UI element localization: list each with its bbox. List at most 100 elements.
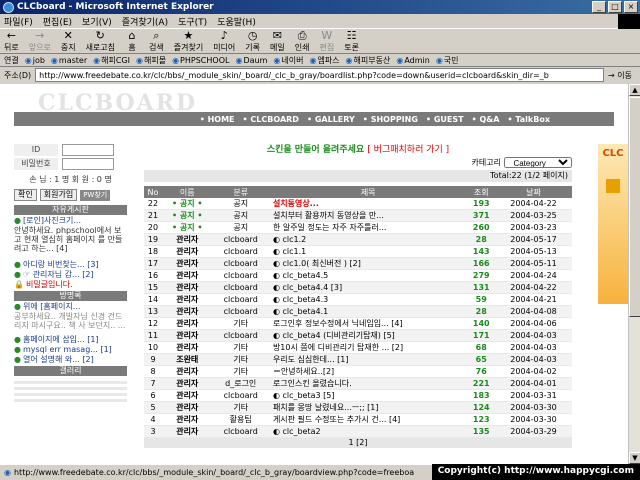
table-row[interactable]: 13 관리자 clcboard ◐ clc_beta4.1 28 2004-04-08 (144, 305, 572, 318)
toolbar-button-6[interactable]: ★ 즐겨찾기 (174, 29, 203, 53)
toolbar-button-12[interactable]: ☷ 토론 (344, 29, 359, 53)
list-item[interactable]: ● [로인]사진크기... (14, 216, 127, 225)
close-button[interactable]: × (624, 1, 638, 13)
list-item[interactable]: 공부하세요.. 개발자님 신경 건드리지 마시구요.. 책 사 보던지.. ..… (14, 312, 127, 330)
link-item[interactable]: ◉ 해피CGI (93, 55, 130, 66)
cell-name[interactable]: 관리자 (162, 293, 213, 306)
table-row[interactable]: 21 • 공지 • 공지 설치부터 활용까지 동영상을 만... 371 2004-03-… (144, 209, 572, 222)
cell-title[interactable]: 한 알주일 정도는 자주 자주틀러... (268, 221, 468, 234)
toolbar-button-2[interactable]: ✕ 중지 (61, 29, 76, 53)
nav-item[interactable]: • Q&A (472, 115, 500, 124)
cell-name[interactable]: 관리자 (162, 401, 213, 414)
gallery-header[interactable]: 갤러리 (14, 366, 127, 376)
cell-title[interactable]: ◐ clc_beta3 [5] (268, 389, 468, 402)
cell-name[interactable]: 관리자 (162, 377, 213, 390)
menu-favorites[interactable]: 즐겨찾기(A) (122, 15, 168, 28)
table-row[interactable]: 10 관리자 기타 방10시 쯤에 디비관리기 탑재한 ... [2] 68 2004-0… (144, 341, 572, 354)
menu-view[interactable]: 보기(V) (82, 15, 112, 28)
address-input[interactable]: http://www.freedebate.co.kr/clc/bbs/_mod… (35, 68, 605, 82)
cell-name[interactable]: 관리자 (162, 413, 213, 426)
cell-title[interactable]: ◐ clc_beta4.4 [3] (268, 281, 468, 294)
toolbar-button-1[interactable]: → 앞으로 (29, 29, 51, 53)
cell-title[interactable]: ◐ clc_beta4.5 (268, 269, 468, 282)
list-item[interactable]: ● mysql err masag... [1] (14, 345, 127, 354)
cell-name[interactable]: 관리자 (162, 425, 213, 438)
table-row[interactable]: 6 관리자 clcboard ◐ clc_beta3 [5] 183 2004-03-31 (144, 389, 572, 402)
toolbar-button-10[interactable]: ⎙ 인쇄 (295, 29, 310, 53)
cell-title[interactable]: ◐ clc1.0( 최신버전 ) [2] (268, 257, 468, 270)
password-input[interactable] (62, 158, 114, 170)
table-row[interactable]: 8 관리자 기타 ＝안녕하세요..[2] 76 2004-04-02 (144, 365, 572, 378)
scrollbar-thumb[interactable] (629, 97, 640, 317)
toolbar-button-3[interactable]: ↻ 새로고침 (86, 29, 115, 53)
list-item[interactable]: ● 위에 [홈페이지... (14, 302, 127, 311)
toolbar-button-5[interactable]: ⌕ 검색 (149, 29, 164, 53)
link-item[interactable]: ◉ PHPSCHOOL (172, 55, 229, 66)
list-item[interactable]: 🔒 비밀글입니다. (14, 280, 127, 289)
cell-name[interactable]: 관리자 (162, 269, 213, 282)
column-header[interactable]: 조회 (467, 186, 496, 198)
nav-item[interactable]: • GALLERY (307, 115, 355, 124)
table-row[interactable]: 12 관리자 기타 로그인후 정보수정에서 닉네임입... [4] 140 2004-04… (144, 317, 572, 330)
menu-file[interactable]: 파일(F) (4, 15, 33, 28)
link-item[interactable]: ◉ job (25, 55, 45, 66)
cell-name[interactable]: 관리자 (162, 305, 213, 318)
guestbook-header[interactable]: 방명록 (14, 291, 127, 301)
minimize-button[interactable]: _ (592, 1, 606, 13)
bug-patch-link[interactable]: [ 버그패치하러 가기 ] (367, 145, 449, 155)
toolbar-button-11[interactable]: W 편집 (320, 29, 335, 53)
cell-name[interactable]: 조완태 (162, 353, 213, 366)
cell-name[interactable]: 관리자 (162, 341, 213, 354)
cell-name[interactable]: • 공지 • (162, 198, 213, 210)
scroll-up-icon[interactable]: ▲ (629, 84, 640, 96)
cell-name[interactable]: 관리자 (162, 329, 213, 342)
link-item[interactable]: ◉ 네이버 (273, 55, 303, 66)
go-button[interactable]: → 이동 (608, 70, 632, 81)
toolbar-button-8[interactable]: ◷ 기록 (245, 29, 260, 53)
list-item[interactable]: ● 열어 설명해 와... [2] (14, 355, 127, 364)
cell-title[interactable]: 설치부터 활용까지 동영상을 만... (268, 209, 468, 222)
table-row[interactable]: 18 관리자 clcboard ◐ clc1.1 143 2004-05-13 (144, 245, 572, 258)
column-header[interactable]: No (144, 186, 162, 198)
link-item[interactable]: ◉ Daum (235, 55, 267, 66)
column-header[interactable]: 이름 (162, 186, 213, 198)
table-row[interactable]: 3 관리자 clcboard ◐ clc_beta2 135 2004-03-29 (144, 425, 572, 438)
toolbar-button-0[interactable]: ← 뒤로 (4, 29, 19, 53)
link-item[interactable]: ◉ master (51, 55, 87, 66)
cell-title[interactable]: 우리도 심심한데... [1] (268, 353, 468, 366)
cell-title[interactable]: 로그인후 정보수정에서 닉네임입... [4] (268, 317, 468, 330)
cell-title[interactable]: ◐ clc_beta4 (디비관리기탑재) [5] (268, 329, 468, 342)
scroll-down-icon[interactable]: ▼ (629, 452, 640, 464)
gallery-thumbnails[interactable] (14, 378, 127, 402)
cell-name[interactable]: 관리자 (162, 281, 213, 294)
pagination[interactable]: 1 [2] (144, 438, 572, 448)
cell-title[interactable]: ◐ clc_beta4.1 (268, 305, 468, 318)
link-item[interactable]: ◉ Admin (396, 55, 429, 66)
cell-title[interactable]: ◐ clc_beta4.3 (268, 293, 468, 306)
cell-title[interactable]: 게시판 필드 수정또는 추가시 건... [4] (268, 413, 468, 426)
table-row[interactable]: 17 관리자 clcboard ◐ clc1.0( 최신버전 ) [2] 166 2004… (144, 257, 572, 270)
column-header[interactable]: 날짜 (495, 186, 572, 198)
list-item[interactable]: ● ☞ 관리자님 감... [2] (14, 270, 127, 279)
cell-title[interactable]: ◐ clc_beta2 (268, 425, 468, 438)
table-row[interactable]: 19 관리자 clcboard ◐ clc1.2 28 2004-05-17 (144, 233, 572, 246)
menu-edit[interactable]: 편집(E) (43, 15, 72, 28)
table-row[interactable]: 11 관리자 clcboard ◐ clc_beta4 (디비관리기탑재) [5] 17… (144, 329, 572, 342)
side-banner[interactable]: CLC (598, 144, 628, 304)
login-button[interactable]: 확인 (14, 189, 37, 201)
toolbar-button-4[interactable]: ⌂ 홈 (125, 29, 139, 53)
column-header[interactable]: 제목 (268, 186, 468, 198)
table-row[interactable]: 16 관리자 clcboard ◐ clc_beta4.5 279 2004-04-24 (144, 269, 572, 282)
list-item[interactable]: ● 홈페이지에 삽입... [1] (14, 335, 127, 344)
nav-item[interactable]: • SHOPPING (363, 115, 418, 124)
toolbar-button-7[interactable]: ♪ 미디어 (213, 29, 235, 53)
toolbar-button-9[interactable]: ✉ 메일 (270, 29, 285, 53)
cell-name[interactable]: 관리자 (162, 365, 213, 378)
link-item[interactable]: ◉ 엠파스 (309, 55, 339, 66)
table-row[interactable]: 5 관리자 기타 패치를 몽땅 날렸네요...ㅡ;; [1] 124 2004-03-30 (144, 401, 572, 414)
id-input[interactable] (62, 144, 114, 156)
cell-name[interactable]: • 공지 • (162, 221, 213, 234)
cell-name[interactable]: 관리자 (162, 245, 213, 258)
cell-name[interactable]: 관리자 (162, 317, 213, 330)
table-row[interactable]: 15 관리자 clcboard ◐ clc_beta4.4 [3] 131 2004-04… (144, 281, 572, 294)
